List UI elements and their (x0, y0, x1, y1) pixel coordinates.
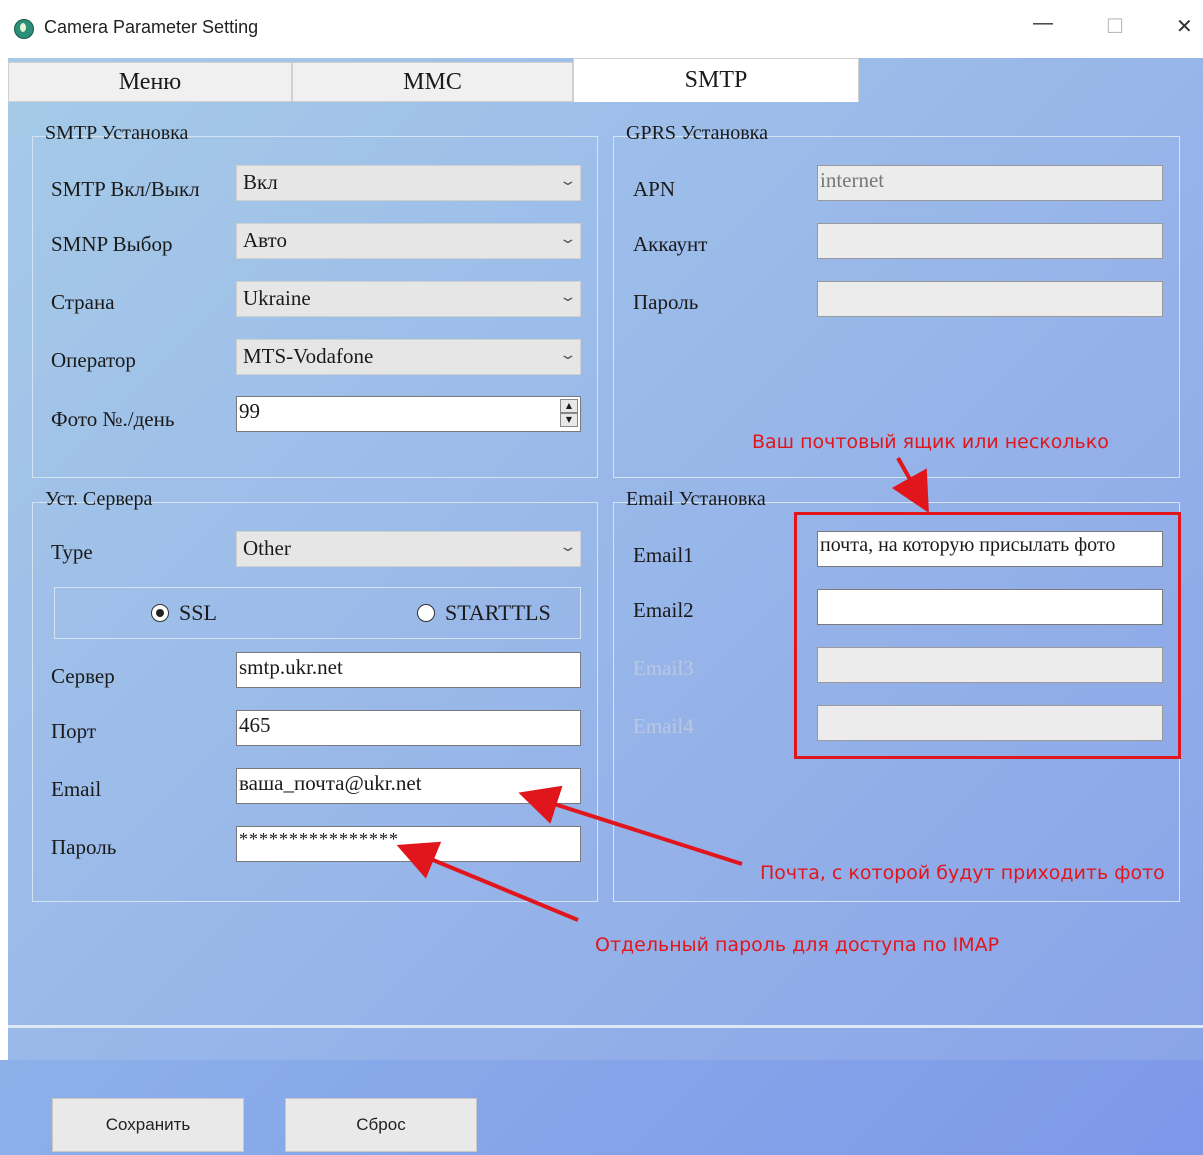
arrow-to-password-field (396, 841, 579, 922)
arrow-to-email-field (518, 785, 743, 866)
annotation-arrows (396, 457, 929, 922)
arrow-to-email-box (891, 457, 929, 513)
